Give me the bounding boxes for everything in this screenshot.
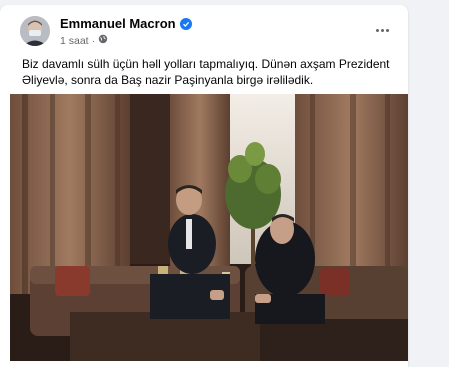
globe-icon: [98, 34, 108, 47]
more-options-icon[interactable]: [370, 23, 394, 37]
verified-badge-icon: [179, 17, 192, 30]
post-timestamp[interactable]: 1 saat: [60, 35, 89, 47]
post-card: Emmanuel Macron 1 saat · Biz davamlı sül…: [0, 5, 408, 367]
post-photo[interactable]: [10, 94, 408, 361]
author-name[interactable]: Emmanuel Macron: [60, 16, 176, 31]
post-text: Biz davamlı sülh üçün həll yolları tapma…: [22, 57, 390, 87]
author-name-row: Emmanuel Macron: [60, 16, 192, 31]
meta-separator: ·: [91, 34, 96, 47]
post-meta: 1 saat ·: [60, 34, 108, 47]
author-avatar[interactable]: [20, 16, 50, 46]
